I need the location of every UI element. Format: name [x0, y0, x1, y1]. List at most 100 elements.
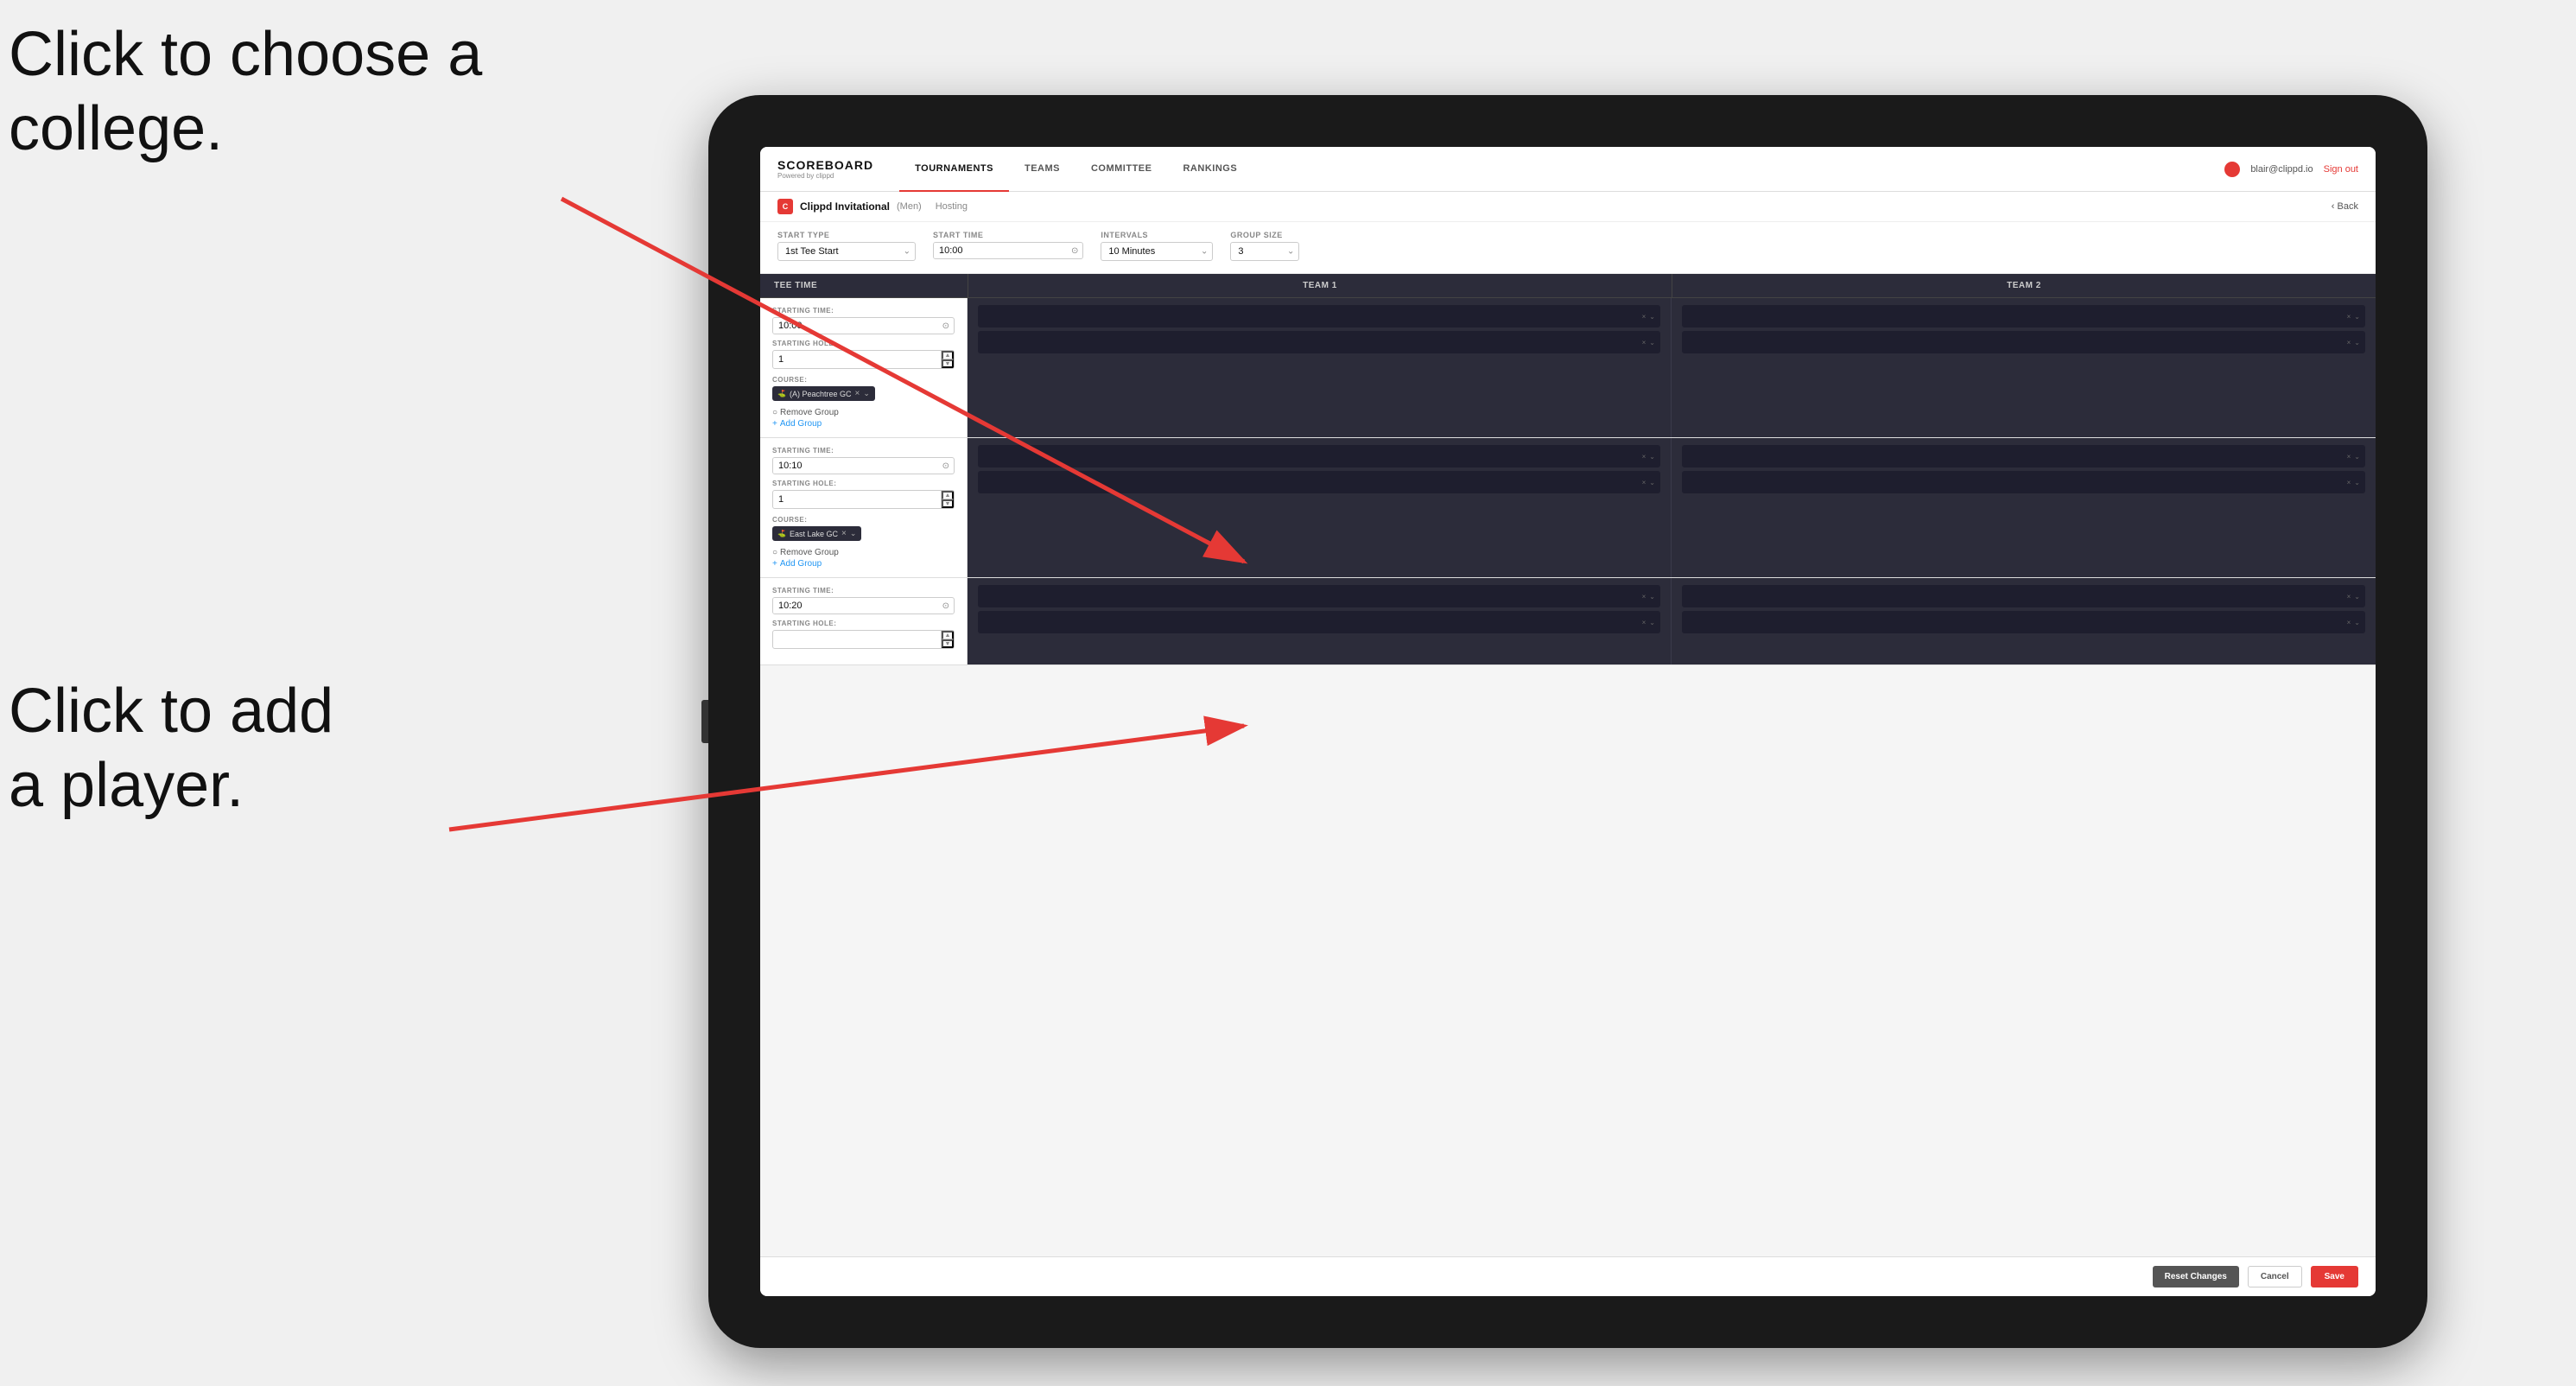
slot-x-icon[interactable]: ×: [1642, 479, 1646, 486]
hole-input-row3[interactable]: [773, 632, 941, 647]
player-slot-t2r2-1[interactable]: × ⌄: [1682, 445, 2365, 467]
clock-icon-row1: ⊙: [938, 321, 954, 331]
slot-chevron-icon[interactable]: ⌄: [2354, 619, 2360, 626]
player-slot-t2r1-1[interactable]: × ⌄: [1682, 305, 2365, 327]
nav-item-committee[interactable]: COMMITTEE: [1075, 147, 1168, 192]
slot-chevron-icon[interactable]: ⌄: [1649, 619, 1655, 626]
intervals-select-wrapper[interactable]: 10 Minutes: [1101, 242, 1213, 261]
left-panel-row2: STARTING TIME: ⊙ STARTING HOLE: ▲ ▼ COUR…: [760, 438, 968, 577]
slot-x-icon[interactable]: ×: [1642, 593, 1646, 601]
slot-x-icon[interactable]: ×: [2347, 313, 2351, 321]
save-button[interactable]: Save: [2311, 1266, 2358, 1287]
slot-x-icon[interactable]: ×: [2347, 339, 2351, 346]
sign-out-link[interactable]: Sign out: [2324, 164, 2358, 175]
slot-chevron-icon[interactable]: ⌄: [2354, 479, 2360, 486]
player-slot-t1r2-2[interactable]: × ⌄: [978, 471, 1660, 493]
group-size-select-wrapper[interactable]: 3: [1230, 242, 1299, 261]
hole-input-wrapper-row1: ▲ ▼: [772, 350, 955, 369]
slot-icons: × ⌄: [1642, 479, 1655, 486]
player-slot-t2r1-2[interactable]: × ⌄: [1682, 331, 2365, 353]
slot-icons: × ⌄: [1642, 339, 1655, 346]
time-input-row3[interactable]: [773, 598, 938, 614]
remove-group-link-row2[interactable]: ○ Remove Group: [772, 548, 955, 557]
left-panel-row3: STARTING TIME: ⊙ STARTING HOLE: ▲ ▼: [760, 578, 968, 664]
slot-x-icon[interactable]: ×: [1642, 313, 1646, 321]
cancel-button[interactable]: Cancel: [2248, 1266, 2302, 1287]
intervals-select[interactable]: 10 Minutes: [1101, 242, 1213, 261]
course-tag-row2[interactable]: ⛳ East Lake GC × ⌄: [772, 526, 861, 541]
hole-down-row3[interactable]: ▼: [942, 639, 954, 648]
tournament-gender: (Men): [897, 201, 922, 212]
main-content: STARTING TIME: ⊙ STARTING HOLE: ▲ ▼ COUR…: [760, 298, 2376, 1256]
time-input-row1[interactable]: [773, 318, 938, 334]
slot-chevron-icon[interactable]: ⌄: [2354, 339, 2360, 346]
player-slot-t1r2-1[interactable]: × ⌄: [978, 445, 1660, 467]
slot-x-icon[interactable]: ×: [1642, 619, 1646, 626]
hole-up-row2[interactable]: ▲: [942, 491, 954, 499]
reset-changes-button[interactable]: Reset Changes: [2153, 1266, 2239, 1287]
slot-chevron-icon[interactable]: ⌄: [2354, 593, 2360, 601]
slot-chevron-icon[interactable]: ⌄: [2354, 313, 2360, 321]
starting-time-label-row3: STARTING TIME:: [772, 587, 955, 594]
time-input-wrapper-row2: ⊙: [772, 457, 955, 474]
slot-chevron-icon[interactable]: ⌄: [1649, 339, 1655, 346]
nav-item-tournaments[interactable]: TOURNAMENTS: [899, 147, 1009, 192]
hole-input-row2[interactable]: [773, 492, 941, 507]
course-icon-row2: ⛳: [777, 530, 786, 537]
nav-right: blair@clippd.io Sign out: [2224, 162, 2358, 177]
hole-input-row1[interactable]: [773, 352, 941, 367]
player-slot-t1r1-1[interactable]: × ⌄: [978, 305, 1660, 327]
start-time-input[interactable]: [934, 243, 1067, 258]
course-edit-row2[interactable]: ⌄: [850, 529, 857, 538]
course-remove-row2[interactable]: ×: [841, 529, 847, 538]
course-tag-row1[interactable]: ⛳ (A) Peachtree GC × ⌄: [772, 386, 875, 401]
slot-chevron-icon[interactable]: ⌄: [1649, 313, 1655, 321]
slot-x-icon[interactable]: ×: [1642, 453, 1646, 461]
nav-item-rankings[interactable]: RANKINGS: [1167, 147, 1253, 192]
slot-x-icon[interactable]: ×: [2347, 619, 2351, 626]
remove-group-link-row1[interactable]: ○ Remove Group: [772, 408, 955, 417]
slot-chevron-icon[interactable]: ⌄: [1649, 479, 1655, 486]
hole-up-row1[interactable]: ▲: [942, 351, 954, 359]
player-slot-t1r1-2[interactable]: × ⌄: [978, 331, 1660, 353]
start-time-label: Start Time: [933, 231, 1083, 239]
starting-hole-label-row3: STARTING HOLE:: [772, 620, 955, 627]
team1-col-row2: × ⌄ × ⌄: [968, 438, 1672, 577]
slot-icons: × ⌄: [2347, 339, 2360, 346]
group-size-select[interactable]: 3: [1230, 242, 1299, 261]
slot-chevron-icon[interactable]: ⌄: [2354, 453, 2360, 461]
nav-items: TOURNAMENTS TEAMS COMMITTEE RANKINGS: [899, 147, 2224, 192]
hole-down-row2[interactable]: ▼: [942, 499, 954, 508]
slot-x-icon[interactable]: ×: [2347, 453, 2351, 461]
course-remove-row1[interactable]: ×: [855, 389, 860, 398]
player-slot-t2r2-2[interactable]: × ⌄: [1682, 471, 2365, 493]
nav-item-teams[interactable]: TEAMS: [1009, 147, 1075, 192]
time-input-row2[interactable]: [773, 458, 938, 474]
player-slot-t1r3-1[interactable]: × ⌄: [978, 585, 1660, 607]
start-type-select[interactable]: 1st Tee Start: [777, 242, 916, 261]
intervals-label: Intervals: [1101, 231, 1213, 239]
back-button[interactable]: ‹ Back: [2332, 201, 2358, 212]
slot-chevron-icon[interactable]: ⌄: [1649, 593, 1655, 601]
start-time-wrapper: ⊙: [933, 242, 1083, 259]
form-group-intervals: Intervals 10 Minutes: [1101, 231, 1213, 264]
add-group-link-row1[interactable]: + Add Group: [772, 419, 955, 429]
player-slot-t2r3-1[interactable]: × ⌄: [1682, 585, 2365, 607]
add-group-link-row2[interactable]: + Add Group: [772, 559, 955, 569]
hole-up-row3[interactable]: ▲: [942, 631, 954, 639]
slot-x-icon[interactable]: ×: [2347, 593, 2351, 601]
slot-chevron-icon[interactable]: ⌄: [1649, 453, 1655, 461]
start-type-select-wrapper[interactable]: 1st Tee Start: [777, 242, 916, 261]
left-panel-row1: STARTING TIME: ⊙ STARTING HOLE: ▲ ▼ COUR…: [760, 298, 968, 437]
player-slot-t1r3-2[interactable]: × ⌄: [978, 611, 1660, 633]
hole-down-row1[interactable]: ▼: [942, 359, 954, 368]
slot-x-icon[interactable]: ×: [2347, 479, 2351, 486]
slot-x-icon[interactable]: ×: [1642, 339, 1646, 346]
clock-icon: ⊙: [1067, 246, 1082, 256]
player-slot-t2r3-2[interactable]: × ⌄: [1682, 611, 2365, 633]
team2-col-row2: × ⌄ × ⌄: [1672, 438, 2376, 577]
add-group-icon-row2: +: [772, 559, 777, 569]
course-icon-row1: ⛳: [777, 390, 786, 397]
remove-group-icon-row2: ○: [772, 548, 777, 557]
course-edit-row1[interactable]: ⌄: [863, 389, 870, 398]
